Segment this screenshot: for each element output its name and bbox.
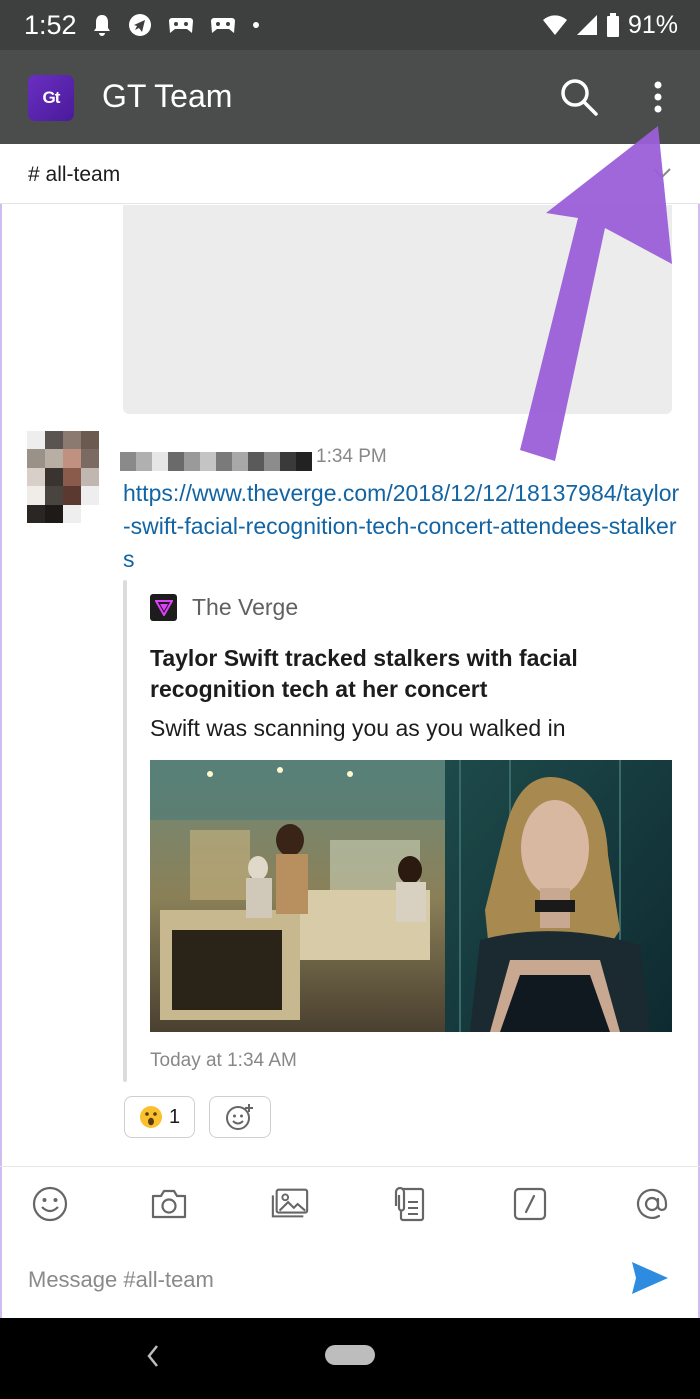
reaction-count: 1: [168, 1105, 181, 1128]
emoji-icon: [32, 1186, 68, 1222]
signal-icon: [576, 15, 597, 35]
photo-button[interactable]: [270, 1184, 310, 1224]
verge-logo-icon: [150, 594, 177, 621]
slash-command-icon: [513, 1187, 547, 1221]
system-nav-bar: [0, 1318, 700, 1399]
emoji-button[interactable]: [30, 1184, 70, 1224]
mention-button[interactable]: [632, 1184, 672, 1224]
composer-divider: [0, 1166, 700, 1167]
team-logo[interactable]: Gt: [28, 75, 74, 121]
status-bar: 1:52 91%: [0, 0, 700, 50]
app-bar: Gt GT Team: [0, 50, 700, 144]
home-pill[interactable]: [325, 1345, 375, 1365]
unfurl-title[interactable]: Taylor Swift tracked stalkers with facia…: [150, 643, 670, 705]
chevron-down-icon[interactable]: [652, 166, 672, 180]
add-emoji-icon: [226, 1104, 253, 1130]
slash-command-button[interactable]: [510, 1184, 550, 1224]
battery-icon: [606, 13, 619, 37]
dot-icon: [253, 22, 259, 28]
file-icon: [394, 1186, 425, 1222]
more-options-icon[interactable]: [640, 74, 676, 120]
sender-name-redacted[interactable]: [120, 452, 312, 471]
unfurl-footer: Today at 1:34 AM: [150, 1050, 297, 1071]
game-icon: [169, 18, 193, 33]
back-icon[interactable]: [143, 1340, 163, 1372]
workspace-title[interactable]: GT Team: [102, 78, 232, 115]
surprised-emoji-icon: [139, 1106, 162, 1128]
status-time: 1:52: [24, 10, 77, 40]
search-icon[interactable]: [558, 76, 600, 118]
send-icon[interactable]: [630, 1260, 670, 1296]
unfurl-description: Swift was scanning you as you walked in: [150, 715, 566, 741]
unfurl-image[interactable]: [150, 760, 672, 1032]
wifi-icon: [542, 15, 567, 35]
telegram-icon: [129, 14, 151, 36]
add-reaction-button[interactable]: [209, 1096, 271, 1138]
bell-icon: [94, 15, 110, 36]
unfurl-source[interactable]: The Verge: [192, 594, 298, 621]
unfurl-border: [123, 580, 127, 1082]
previous-attachment[interactable]: [123, 205, 672, 414]
battery-percent: 91%: [627, 10, 678, 39]
notification-icons: [92, 10, 260, 40]
channel-header[interactable]: # all-team: [0, 144, 700, 204]
reaction-pill[interactable]: 1: [124, 1096, 195, 1138]
avatar[interactable]: [27, 431, 99, 523]
photo-icon: [271, 1188, 309, 1218]
system-icons: 91%: [542, 10, 678, 40]
mention-icon: [636, 1188, 668, 1219]
game-icon: [211, 18, 235, 33]
channel-name: # all-team: [28, 163, 121, 186]
message-timestamp: 1:34 PM: [316, 446, 387, 467]
screen-border: [0, 204, 2, 1318]
message-input[interactable]: [28, 1263, 608, 1297]
camera-button[interactable]: [149, 1184, 189, 1224]
file-button[interactable]: [389, 1184, 429, 1224]
camera-icon: [151, 1189, 187, 1219]
message-link[interactable]: https://www.theverge.com/2018/12/12/1813…: [123, 477, 683, 576]
